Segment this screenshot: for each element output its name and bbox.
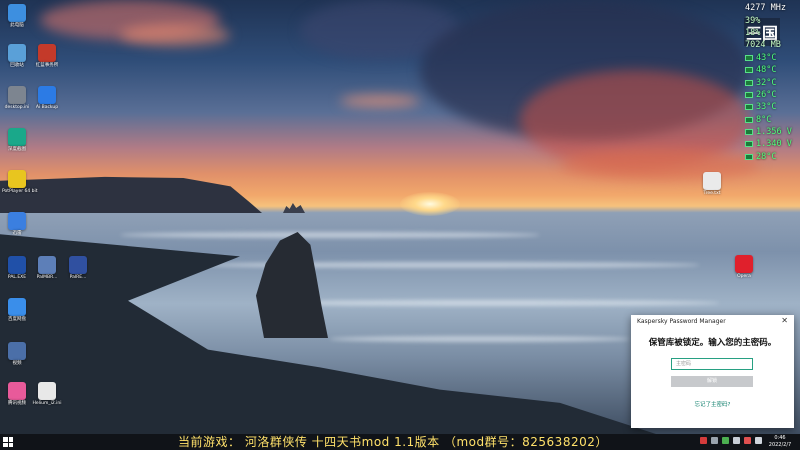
voltage-reading: 1.356 V (756, 127, 792, 138)
desktop-icon[interactable]: Ai Backup (32, 86, 62, 111)
desktop-icon[interactable]: 回收站 (2, 44, 32, 69)
desktop-icon-label: PalRE... (69, 275, 87, 280)
app-tray-icon[interactable] (722, 437, 729, 444)
start-button[interactable] (3, 437, 13, 447)
desktop-icon[interactable]: desktop.ini (2, 86, 32, 111)
windows-logo-icon (3, 437, 8, 442)
ime-icon[interactable] (755, 437, 762, 444)
desktop-icon-label: 回收站 (10, 63, 24, 68)
monitor-stat: 39% (745, 15, 761, 26)
desktop-icon[interactable]: PotPlayer 64 bit (2, 170, 38, 195)
desktop-icon-label: 腾讯视频 (8, 401, 26, 406)
desktop-icon-label: 深度截图 (8, 147, 26, 152)
temp-reading: 26°C (756, 89, 777, 100)
desktop-icon-label: Ai Backup (35, 105, 59, 110)
desktop-icon[interactable]: Tree.txt (697, 172, 727, 197)
system-tray (700, 437, 762, 444)
notification-tray-icon[interactable] (744, 437, 751, 444)
desktop-icon-label: Tree.txt (703, 191, 721, 196)
network-tray-icon[interactable] (711, 437, 718, 444)
sensor-icon (745, 79, 753, 86)
hardware-monitor: 4277 MHz 39% 18% 7024 MB 43°C 48°C 32°C … (745, 2, 800, 163)
video-icon (8, 342, 26, 360)
temp-reading: 32°C (756, 77, 777, 88)
desktop-icon[interactable]: 深度截图 (2, 128, 32, 153)
sensor-icon (745, 129, 753, 136)
close-icon[interactable]: ✕ (781, 316, 788, 325)
baidu-netdisk-icon (8, 298, 26, 316)
monitor-stat: 18% (745, 27, 761, 38)
backup-icon (38, 86, 56, 104)
sensor-icon (745, 104, 753, 111)
memory-usage: 7024 MB (745, 40, 781, 51)
temp-reading: 28°C (756, 151, 777, 162)
kaspersky-password-manager-dialog: Kaspersky Password Manager ✕ 保管库被锁定。输入您的… (631, 315, 794, 428)
desktop-icon-label: desktop.ini (4, 105, 30, 110)
temp-reading: 43°C (756, 52, 777, 63)
recycle-bin-icon (8, 44, 26, 62)
forgot-password-link[interactable]: 忘记了主密码? (631, 400, 794, 408)
cpu-frequency: 4277 MHz (745, 3, 786, 14)
sensor-icon (745, 91, 753, 98)
sensor-icon (745, 116, 753, 123)
voltage-reading: 1.340 V (756, 139, 792, 150)
desktop-icon[interactable]: PAL.EXE (2, 256, 32, 281)
tencent-video-icon (8, 382, 26, 400)
cliff (0, 176, 262, 213)
app-icon (38, 44, 56, 62)
temp-reading: 48°C (756, 65, 777, 76)
text-file-icon (703, 172, 721, 190)
desktop-icon-label: Opera (737, 274, 751, 279)
dialog-heading: 保管库被锁定。输入您的主密码。 (648, 338, 777, 348)
desktop-icon-label: 视频 (12, 361, 22, 366)
desktop-icon-label: 红蓝事务所 (35, 63, 59, 68)
unlock-button[interactable]: 解锁 (671, 376, 753, 387)
screenshot-icon (8, 128, 26, 146)
taskbar-clock[interactable]: 0:46 2022/2/7 (763, 435, 797, 448)
desktop-icon-label: 此电脑 (10, 23, 24, 28)
desktop-icon[interactable]: PalRE... (63, 256, 93, 281)
desktop-icon[interactable]: 红蓝事务所 (32, 44, 62, 69)
dialog-title: Kaspersky Password Manager (637, 318, 726, 325)
temp-reading: 8°C (756, 114, 772, 125)
desktop-icon[interactable]: 百度网盘 (2, 298, 32, 323)
desktop-icon[interactable]: 此电脑 (2, 4, 32, 29)
desktop-icon[interactable]: 腾讯视频 (2, 382, 32, 407)
pal-re-icon (69, 256, 87, 274)
clock-date: 2022/2/7 (768, 441, 792, 448)
desktop-icon-label: PalMBR... (36, 275, 58, 280)
desktop-icon[interactable]: Helium_i2.ini (32, 382, 62, 407)
sensor-icon (745, 67, 753, 74)
sensor-icon (745, 153, 753, 160)
desktop-icon-label: 迅雷 (12, 231, 22, 236)
potplayer-icon (8, 170, 26, 188)
thunder-icon (8, 212, 26, 230)
sun (400, 192, 460, 216)
desktop-icon[interactable]: Opera (729, 255, 759, 280)
file-icon (8, 86, 26, 104)
desktop-icon-label: Helium_i2.ini (32, 401, 62, 406)
desktop-icon[interactable]: 迅雷 (2, 212, 32, 237)
sea-stack-rock (256, 232, 328, 338)
desktop-icon-label: 百度网盘 (8, 317, 26, 322)
desktop-icon[interactable]: PalMBR... (32, 256, 62, 281)
game-info-banner: 当前游戏： 河洛群侠传 十四天书mod 1.1版本 （mod群号：8256382… (178, 435, 608, 449)
opera-icon (735, 255, 753, 273)
computer-icon (8, 4, 26, 22)
desktop-icon-label: PotPlayer 64 bit (2, 189, 38, 194)
master-password-input[interactable]: 主密码 (671, 358, 753, 370)
ini-file-icon (38, 382, 56, 400)
security-tray-icon[interactable] (700, 437, 707, 444)
pal-mbr-icon (38, 256, 56, 274)
sensor-icon (745, 141, 753, 148)
sensor-icon (745, 54, 753, 61)
volume-icon[interactable] (733, 437, 740, 444)
desktop-icon-label: PAL.EXE (7, 275, 27, 280)
desktop-icon[interactable]: 视频 (2, 342, 32, 367)
pal-icon (8, 256, 26, 274)
temp-reading: 33°C (756, 102, 777, 113)
